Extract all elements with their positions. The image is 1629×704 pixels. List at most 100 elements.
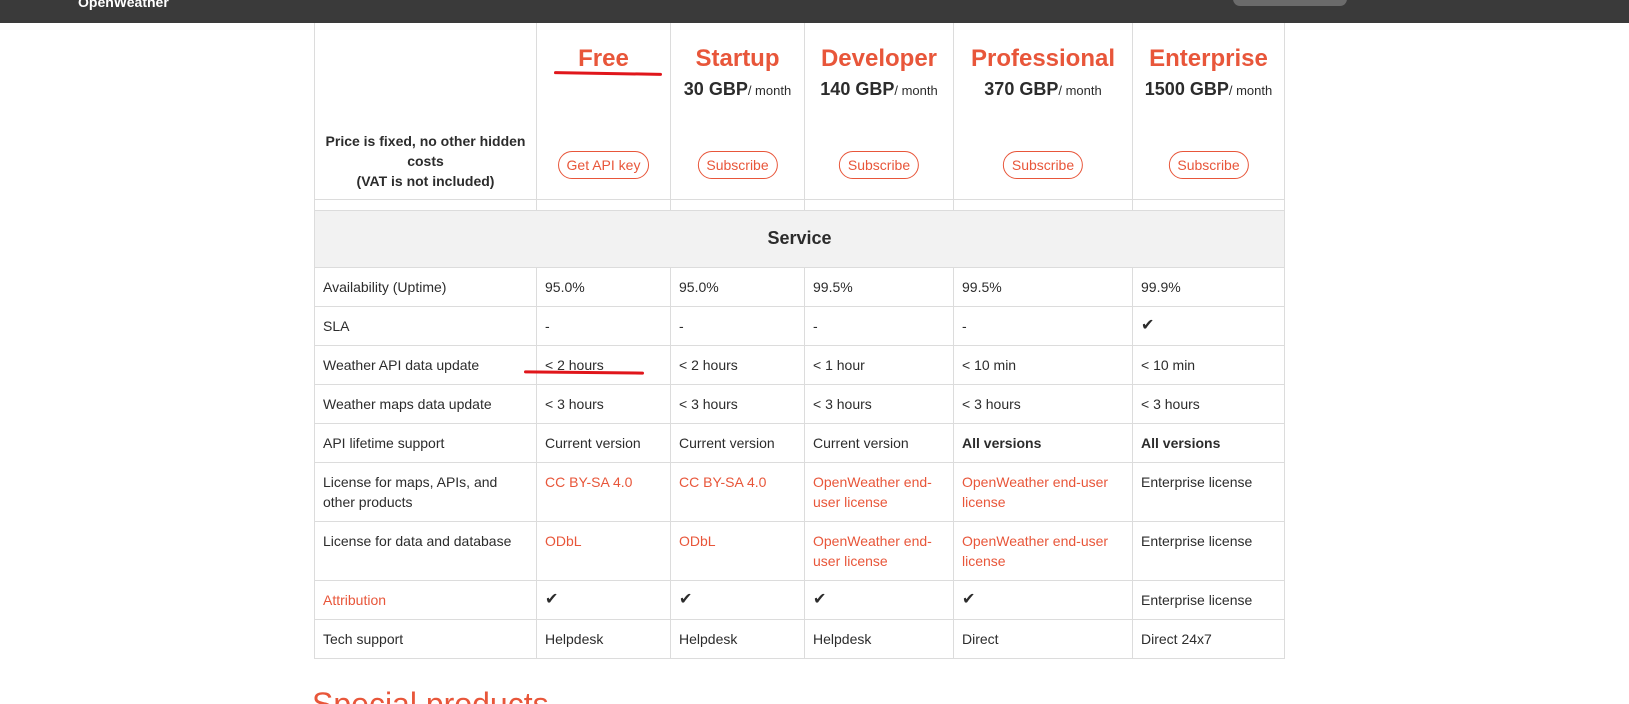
plan-price-amount: 370 GBP [984,79,1059,99]
plan-price-period: / month [1058,83,1102,98]
table-cell: < 3 hours [670,383,805,424]
special-products-heading: Special products [312,686,549,704]
table-row-license-data: License for data and database ODbL ODbL … [314,520,1285,581]
plan-developer: Developer 140 GBP/ month Subscribe [804,23,954,200]
plan-name: Developer [820,45,938,72]
plan-price: 1500 GBP/ month [1133,78,1284,102]
table-cell: Direct [953,618,1133,659]
table-cell: Helpdesk [536,618,671,659]
table-row-maps-update: Weather maps data update < 3 hours < 3 h… [314,383,1285,424]
license-link[interactable]: CC BY-SA 4.0 [670,461,805,522]
row-label: License for data and database [314,520,537,581]
table-cell: Helpdesk [670,618,805,659]
top-navigation-bar: OpenWeather [0,0,1629,23]
table-cell: 95.0% [670,266,805,307]
license-link[interactable]: OpenWeather end-user license [953,520,1133,581]
table-cell: 99.5% [804,266,954,307]
plan-header-row: Price is fixed, no other hidden costs (V… [314,23,1285,200]
table-cell: < 1 hour [804,344,954,385]
subscribe-button-enterprise[interactable]: Subscribe [1168,151,1249,179]
table-cell: All versions [1132,422,1285,463]
plan-price-amount: 1500 GBP [1144,79,1229,99]
check-icon: ✔ [953,579,1133,620]
table-cell: < 3 hours [1132,383,1285,424]
table-cell: - [536,305,671,346]
table-cell: - [804,305,954,346]
account-button[interactable] [1233,0,1347,6]
row-label: Weather maps data update [314,383,537,424]
row-label: Availability (Uptime) [314,266,537,307]
plan-free: Free Get API key [536,23,671,200]
license-link[interactable]: OpenWeather end-user license [804,461,954,522]
table-cell: < 2 hours [536,344,671,385]
price-note-line1: Price is fixed, no other hidden costs [325,132,526,169]
subscribe-button-startup[interactable]: Subscribe [697,151,778,179]
spacer-row [314,198,1285,211]
get-api-key-button[interactable]: Get API key [557,151,650,179]
plan-price-period: / month [1228,83,1273,98]
table-cell: - [953,305,1133,346]
license-link[interactable]: ODbL [536,520,671,581]
table-cell: Current version [804,422,954,463]
plan-price-amount: 140 GBP [820,79,895,99]
price-note-line2: (VAT is not included) [356,172,495,189]
plan-price: 140 GBP/ month [805,78,953,102]
plan-name: Professional [970,45,1116,72]
spacer-cell [953,198,1133,211]
table-row-license-products: License for maps, APIs, and other produc… [314,461,1285,522]
plan-price: 30 GBP/ month [671,78,804,102]
spacer-cell [536,198,671,211]
check-icon: ✔ [1132,305,1285,346]
check-icon: ✔ [804,579,954,620]
spacer-cell [314,198,537,211]
plan-name: Free [578,45,629,72]
table-cell: < 3 hours [536,383,671,424]
spacer-cell [1132,198,1285,211]
table-cell: < 2 hours [670,344,805,385]
license-link[interactable]: ODbL [670,520,805,581]
table-cell: - [670,305,805,346]
plan-price: 370 GBP/ month [954,78,1132,102]
row-label: API lifetime support [314,422,537,463]
pricing-table: Price is fixed, no other hidden costs (V… [314,23,1285,659]
plan-name: Startup [695,45,780,72]
table-cell: Current version [670,422,805,463]
subscribe-button-developer[interactable]: Subscribe [838,151,920,179]
table-cell: < 10 min [953,344,1133,385]
plan-startup: Startup 30 GBP/ month Subscribe [670,23,805,200]
row-label: License for maps, APIs, and other produc… [314,461,537,522]
plan-professional: Professional 370 GBP/ month Subscribe [953,23,1133,200]
table-cell: Enterprise license [1132,579,1285,620]
license-link[interactable]: OpenWeather end-user license [953,461,1133,522]
check-icon: ✔ [670,579,805,620]
spacer-cell [670,198,805,211]
table-cell: Direct 24x7 [1132,618,1285,659]
table-cell: 95.0% [536,266,671,307]
table-row-tech-support: Tech support Helpdesk Helpdesk Helpdesk … [314,618,1285,659]
plan-price-period: / month [894,83,938,98]
plan-price-amount: 30 GBP [683,79,748,99]
table-cell: Current version [536,422,671,463]
table-row-api-update: Weather API data update < 2 hours < 2 ho… [314,344,1285,385]
license-link[interactable]: OpenWeather end-user license [804,520,954,581]
plan-price-period: / month [747,83,792,98]
spacer-cell [804,198,954,211]
check-icon: ✔ [536,579,671,620]
table-cell: Helpdesk [804,618,954,659]
subscribe-button-professional[interactable]: Subscribe [1002,151,1084,179]
table-row-availability: Availability (Uptime) 95.0% 95.0% 99.5% … [314,266,1285,307]
section-header-row: Service [314,209,1285,268]
openweather-logo[interactable]: OpenWeather [78,0,169,10]
license-link[interactable]: CC BY-SA 4.0 [536,461,671,522]
row-label: Tech support [314,618,537,659]
plan-name: Enterprise [1149,45,1268,72]
attribution-link[interactable]: Attribution [314,579,537,620]
plan-enterprise: Enterprise 1500 GBP/ month Subscribe [1132,23,1285,200]
row-label: SLA [314,305,537,346]
table-cell: Enterprise license [1132,520,1285,581]
table-cell: Enterprise license [1132,461,1285,522]
table-cell: < 3 hours [953,383,1133,424]
table-cell: < 3 hours [804,383,954,424]
section-title: Service [314,209,1285,268]
table-cell: All versions [953,422,1133,463]
